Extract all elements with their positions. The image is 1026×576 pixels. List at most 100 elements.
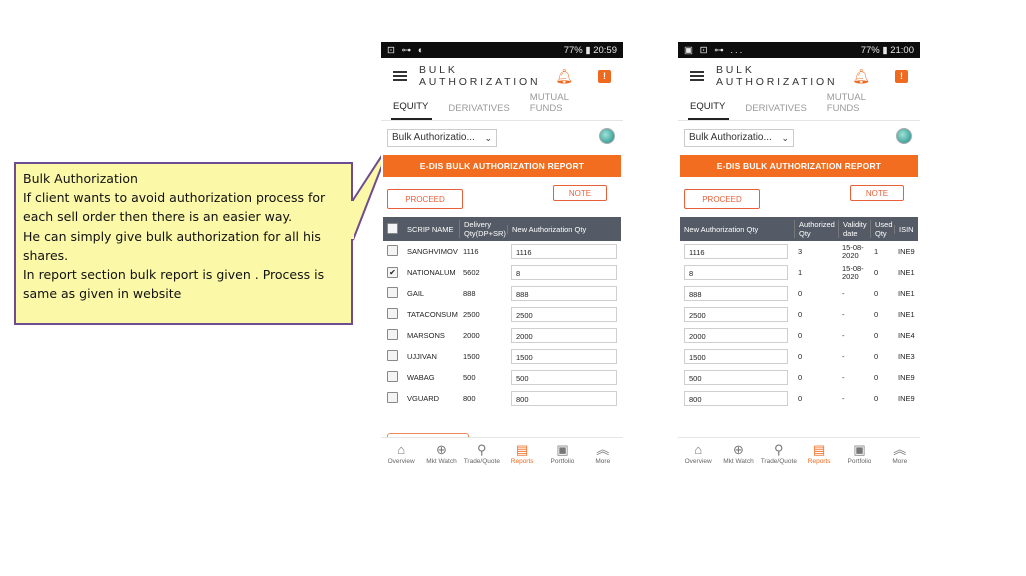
nav-reports[interactable]: ▤ Reports — [799, 438, 839, 474]
new-authorization-qty-input[interactable]: 2500 — [511, 307, 617, 322]
auth-qty-cell: 2500 — [680, 307, 794, 322]
nav-label: Trade/Quote — [463, 458, 500, 465]
nav-mkt-watch[interactable]: ⊕ Mkt Watch — [421, 438, 461, 474]
checkbox-cell — [383, 392, 403, 405]
status-icons: ⊡ ⊶ ◐ — [387, 44, 426, 56]
new-authorization-qty-input[interactable]: 800 — [684, 391, 788, 406]
tab-derivatives[interactable]: DERIVATIVES — [446, 103, 513, 120]
nav-mkt-watch[interactable]: ⊕ Mkt Watch — [718, 438, 758, 474]
bottom-nav: ⌂ Overview ⊕ Mkt Watch ⚲ Trade/Quote ▤ Reports ▣… — [678, 437, 920, 474]
delivery-qty: 2500 — [463, 310, 480, 319]
new-authorization-qty-input[interactable]: 1500 — [684, 349, 788, 364]
row-checkbox[interactable] — [387, 392, 398, 403]
new-authorization-qty-input[interactable]: 2500 — [684, 307, 788, 322]
nav-label: Mkt Watch — [723, 458, 754, 465]
alert-icon[interactable]: ! — [598, 70, 611, 83]
column-header: Authorized Qty — [794, 220, 838, 238]
authorized-qty: 0 — [798, 373, 803, 382]
bell-icon[interactable]: 🔔︎ — [555, 68, 573, 85]
nav-portfolio[interactable]: ▣ Portfolio — [542, 438, 582, 474]
new-authorization-qty-input[interactable]: 2000 — [684, 328, 788, 343]
table-row: 1116 3 15-08-2020 1 INE9 — [680, 241, 918, 262]
column-header: New Authorization Qty — [684, 224, 759, 234]
new-authorization-qty-input[interactable]: 8 — [511, 265, 617, 280]
globe-icon[interactable] — [896, 128, 912, 144]
row-checkbox[interactable] — [387, 308, 398, 319]
row-checkbox[interactable] — [387, 287, 398, 298]
row-checkbox[interactable] — [387, 245, 398, 256]
nav-reports[interactable]: ▤ Reports — [502, 438, 542, 474]
tab-equity[interactable]: EQUITY — [688, 101, 730, 120]
note-button[interactable]: NOTE — [850, 185, 904, 201]
status-icons: ▣ ⊡ ⊶ ... — [684, 44, 745, 56]
authorized-qty: 0 — [798, 394, 803, 403]
used-qty: 0 — [874, 268, 879, 277]
delivery-qty: 500 — [463, 373, 476, 382]
double-chevron-up-icon: ︽ — [893, 442, 907, 457]
table-row: TATACONSUM 2500 2500 — [383, 304, 621, 325]
bottom-nav: ⌂ Overview ⊕ Mkt Watch ⚲ Trade/Quote ▤ Reports ▣… — [381, 437, 623, 474]
nav-trade-quote[interactable]: ⚲ Trade/Quote — [759, 438, 799, 474]
tab-derivatives[interactable]: DERIVATIVES — [743, 103, 810, 120]
new-authorization-qty-input[interactable]: 800 — [511, 391, 617, 406]
scrip-name: WABAG — [407, 373, 435, 382]
row-checkbox[interactable] — [387, 350, 398, 361]
validity-date: - — [842, 309, 845, 319]
phone-screen-1: ⊡ ⊶ ◐ 77% ▮ 20:59 BULK AUTHORIZATION 🔔︎ … — [381, 42, 623, 474]
nav-trade-quote[interactable]: ⚲ Trade/Quote — [462, 438, 502, 474]
report-type-select[interactable]: Bulk Authorizatio... ⌄ — [387, 129, 497, 147]
new-authorization-qty-input[interactable]: 500 — [511, 370, 617, 385]
nav-overview[interactable]: ⌂ Overview — [381, 438, 421, 474]
alert-icon[interactable]: ! — [895, 70, 908, 83]
used-qty: 0 — [874, 310, 879, 319]
new-authorization-qty-input[interactable]: 500 — [684, 370, 788, 385]
delivery-qty: 1116 — [463, 247, 479, 256]
chevron-down-icon: ⌄ — [484, 133, 492, 143]
app-header: BULK AUTHORIZATION 🔔︎ ! — [381, 58, 623, 94]
nav-portfolio[interactable]: ▣ Portfolio — [839, 438, 879, 474]
hamburger-menu-icon[interactable] — [690, 71, 704, 81]
page-title: BULK AUTHORIZATION — [419, 64, 541, 88]
nav-label: Portfolio — [847, 458, 872, 465]
row-checkbox[interactable] — [387, 371, 398, 382]
select-all-checkbox[interactable] — [387, 222, 398, 234]
globe-icon[interactable] — [599, 128, 615, 144]
new-authorization-qty-input[interactable]: 8 — [684, 265, 788, 280]
nav-label: Reports — [510, 458, 534, 465]
proceed-button[interactable]: PROCEED — [684, 189, 760, 209]
status-right: 77% ▮ 20:59 — [563, 44, 617, 56]
note-button[interactable]: NOTE — [553, 185, 607, 201]
table-row: 8 1 15-08-2020 0 INE1 — [680, 262, 918, 283]
new-authorization-qty-input[interactable]: 888 — [684, 286, 788, 301]
new-authorization-qty-input[interactable]: 888 — [511, 286, 617, 301]
row-checkbox[interactable]: ✔ — [387, 267, 398, 278]
tab-mutual-funds[interactable]: MUTUAL FUNDS — [528, 92, 599, 120]
report-type-select[interactable]: Bulk Authorizatio... ⌄ — [684, 129, 794, 147]
row-checkbox[interactable] — [387, 329, 398, 340]
new-authorization-qty-input[interactable]: 1116 — [684, 244, 788, 259]
scrip-name: NATIONALUM — [407, 268, 456, 277]
table-header: New Authorization Qty Authorized Qty Val… — [680, 217, 918, 241]
nav-more[interactable]: ︽ More — [583, 438, 623, 474]
table-row: WABAG 500 500 — [383, 367, 621, 388]
column-header: SCRIP NAME — [407, 224, 454, 234]
nav-overview[interactable]: ⌂ Overview — [678, 438, 718, 474]
tab-equity[interactable]: EQUITY — [391, 101, 433, 120]
column-header: ISIN — [894, 224, 918, 234]
nav-label: More — [892, 458, 908, 465]
tab-mutual-funds[interactable]: MUTUAL FUNDS — [825, 92, 896, 120]
table-row: UJJIVAN 1500 1500 — [383, 346, 621, 367]
scrip-name: GAIL — [407, 289, 425, 298]
proceed-button[interactable]: PROCEED — [387, 189, 463, 209]
new-authorization-qty-input[interactable]: 1500 — [511, 349, 617, 364]
hamburger-menu-icon[interactable] — [393, 71, 407, 81]
isin: INE3 — [898, 352, 915, 361]
checkbox-cell — [383, 287, 403, 300]
nav-more[interactable]: ︽ More — [880, 438, 920, 474]
authorized-qty: 0 — [798, 289, 803, 298]
bell-icon[interactable]: 🔔︎ — [852, 68, 870, 85]
isin: INE9 — [898, 373, 915, 382]
new-authorization-qty-input[interactable]: 1116 — [511, 244, 617, 259]
new-authorization-qty-input[interactable]: 2000 — [511, 328, 617, 343]
callout-line: He can simply give bulk authorization fo… — [23, 228, 321, 244]
